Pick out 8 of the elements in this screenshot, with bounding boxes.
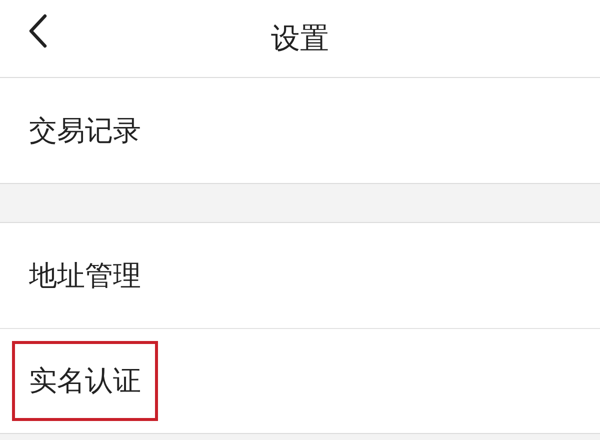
back-icon[interactable] [28, 14, 48, 48]
settings-row[interactable]: 交易记录 [0, 78, 600, 183]
row-label: 地址管理 [29, 260, 141, 292]
row-label: 交易记录 [29, 114, 141, 146]
settings-row[interactable]: 实名认证 [0, 328, 600, 433]
row-label: 实名认证 [29, 365, 141, 397]
page-title: 设置 [271, 20, 329, 56]
settings-row[interactable]: 地址管理 [0, 223, 600, 328]
